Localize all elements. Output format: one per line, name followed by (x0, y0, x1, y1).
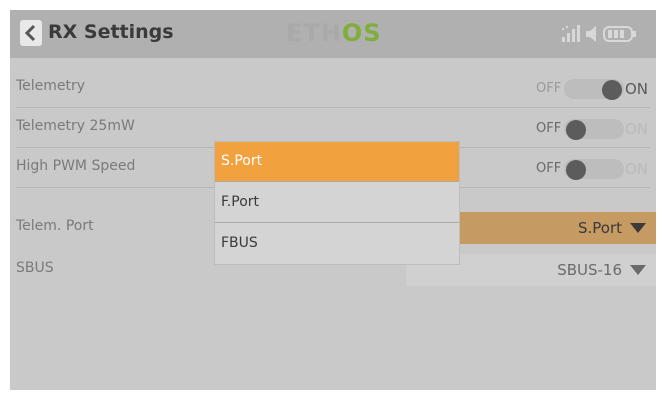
chevron-left-icon (24, 24, 36, 42)
divider (215, 222, 459, 223)
telem-port-label: Telem. Port (16, 218, 94, 234)
toggle-knob (602, 80, 622, 100)
toggle-track (564, 159, 624, 180)
dropdown-option-fport[interactable]: F.Port (215, 183, 459, 223)
telemetry-toggle[interactable]: OFF ON (536, 78, 648, 100)
toggle-track (564, 119, 624, 140)
signal-bars-icon (562, 25, 580, 42)
battery-icon (603, 26, 636, 42)
high-pwm-label: High PWM Speed (16, 158, 136, 174)
back-button[interactable] (20, 20, 42, 46)
logo-eth: ETH (286, 19, 342, 47)
toggle-off-label: OFF (536, 121, 562, 136)
toggle-off-label: OFF (536, 81, 562, 96)
header-bar: RX Settings ETHOS (10, 10, 656, 58)
option-label: F.Port (221, 194, 260, 210)
ethos-logo: ETHOS (286, 19, 382, 47)
sbus-value: SBUS-16 (557, 261, 622, 279)
telemetry-25mw-label: Telemetry 25mW (16, 118, 135, 134)
telem-port-value: S.Port (577, 219, 622, 237)
divider (215, 181, 459, 182)
toggle-on-label: ON (624, 120, 648, 138)
speaker-icon (586, 26, 596, 42)
sbus-label: SBUS (16, 260, 54, 276)
toggle-knob (566, 120, 586, 140)
telem-port-dropdown: S.Port F.Port FBUS (215, 142, 459, 264)
option-label: FBUS (221, 235, 258, 251)
toggle-on-label: ON (624, 80, 648, 98)
caret-down-icon (630, 265, 646, 275)
status-icons (560, 24, 650, 50)
page-title: RX Settings (48, 21, 174, 43)
toggle-knob (566, 160, 586, 180)
option-label: S.Port (221, 153, 263, 169)
caret-down-icon (630, 223, 646, 233)
toggle-on-label: ON (624, 160, 648, 178)
row-telemetry: Telemetry OFF ON (10, 68, 656, 108)
high-pwm-toggle[interactable]: OFF ON (536, 158, 648, 180)
telemetry-label: Telemetry (16, 78, 86, 94)
toggle-track (564, 79, 624, 100)
logo-os: OS (341, 19, 382, 47)
telemetry-25mw-toggle[interactable]: OFF ON (536, 118, 648, 140)
toggle-off-label: OFF (536, 161, 562, 176)
dropdown-option-fbus[interactable]: FBUS (215, 224, 459, 264)
dropdown-option-sport[interactable]: S.Port (215, 142, 459, 182)
radio-screen: RX Settings ETHOS Telemetry OFF ON Telem… (10, 10, 656, 390)
